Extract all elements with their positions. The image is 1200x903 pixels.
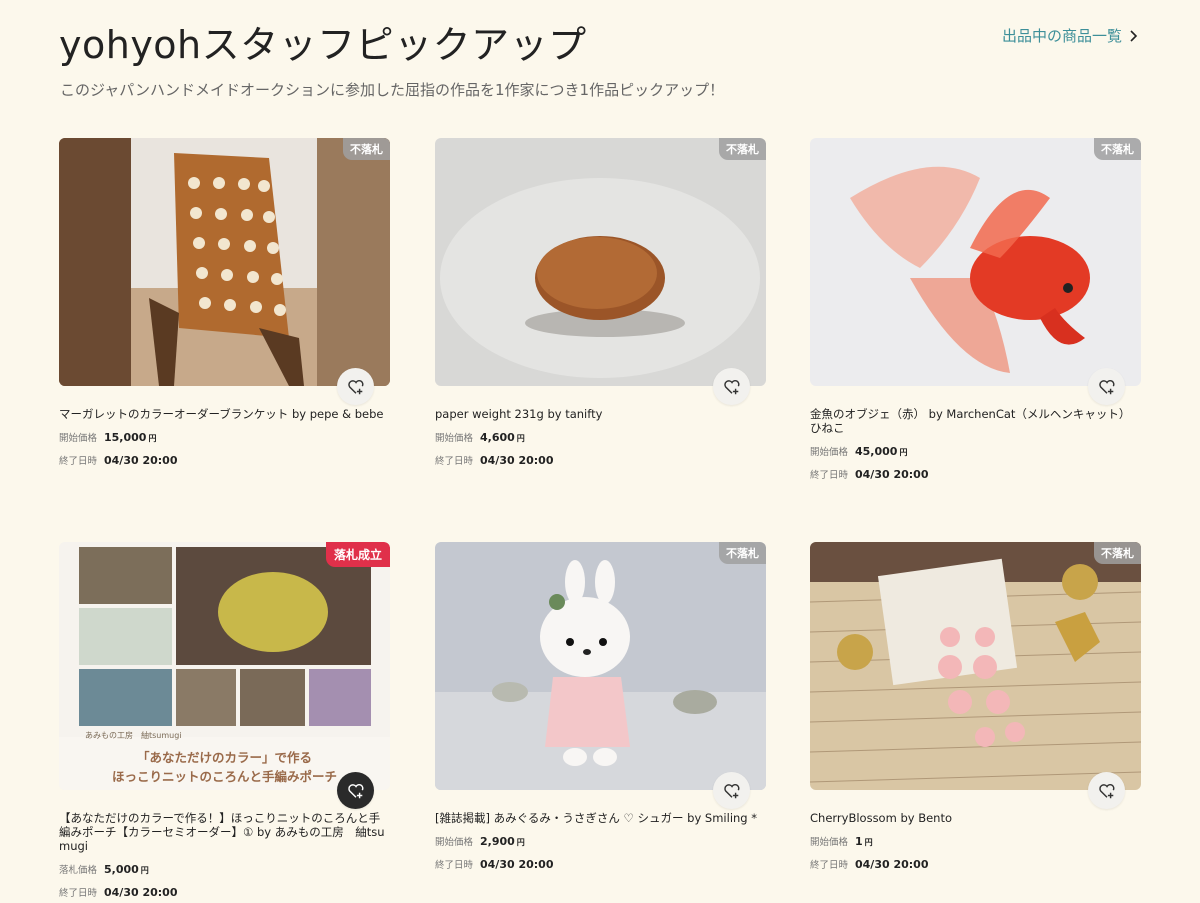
product-name[interactable]: paper weight 231g by tanifty [435,407,766,421]
product-card[interactable]: 不落札 [雑誌掲載] あみぐるみ・うさぎさん ♡ シュガー by Smiling… [435,542,766,871]
status-badge: 不落札 [719,138,766,160]
product-image[interactable]: 不落札 [435,138,766,386]
status-badge: 落札成立 [325,542,390,567]
end-value: 04/30 20:00 [480,858,554,871]
price-label: 開始価格 [810,837,849,848]
end-value: 04/30 20:00 [480,454,554,467]
status-badge: 不落札 [1094,542,1141,564]
product-card[interactable]: あみもの工房 紬tsumugi 「あなただけのカラー」で作る ほっこりニットのこ… [59,542,390,899]
product-name[interactable]: マーガレットのカラーオーダーブランケット by pepe & bebe [59,407,390,421]
yen-unit: 円 [864,838,873,847]
price-label: 開始価格 [435,433,474,444]
price-value: 4,600 [480,431,515,444]
yen-unit: 円 [516,434,525,443]
product-name[interactable]: 【あなただけのカラーで作る！】ほっこりニットのころんと手編みポーチ【カラーセミオ… [59,811,390,853]
page-subtitle: このジャパンハンドメイドオークションに参加した屈指の作品を1作家につき1作品ピッ… [60,81,725,99]
end-label: 終了日時 [59,888,98,899]
heart-plus-icon [347,379,363,394]
see-all-link[interactable]: 出品中の商品一覧 [1002,25,1138,46]
end-value: 04/30 20:00 [855,468,929,481]
favorite-button[interactable] [337,772,374,809]
product-image[interactable]: 不落札 [59,138,390,386]
price-label: 開始価格 [59,433,98,444]
price-value: 15,000 [104,431,147,444]
product-image[interactable]: あみもの工房 紬tsumugi 「あなただけのカラー」で作る ほっこりニットのこ… [59,542,390,790]
product-card[interactable]: 不落札 マーガレットのカラーオーダーブランケット by pepe & bebe … [59,138,390,467]
end-label: 終了日時 [810,470,849,481]
product-name[interactable]: CherryBlossom by Bento [810,811,1141,825]
end-value: 04/30 20:00 [855,858,929,871]
product-image[interactable]: 不落札 [435,542,766,790]
heart-plus-icon [723,379,739,394]
thumbnail-caption-1: 「あなただけのカラー」で作る [136,750,312,765]
product-card[interactable]: 不落札 paper weight 231g by tanifty 開始価格 4,6… [435,138,766,467]
heart-plus-icon [347,783,363,798]
price-value: 45,000 [855,445,898,458]
thumbnail-brand: あみもの工房 紬tsumugi [85,731,182,740]
yen-unit: 円 [140,866,149,875]
price-label: 開始価格 [435,837,474,848]
end-label: 終了日時 [59,456,98,467]
end-label: 終了日時 [435,860,474,871]
favorite-button[interactable] [1088,368,1125,405]
product-image[interactable]: 不落札 [810,138,1141,386]
favorite-button[interactable] [337,368,374,405]
yen-unit: 円 [148,434,157,443]
product-card[interactable]: 不落札 CherryBlossom by Bento 開始価格 1 円 終了日時 04… [810,542,1141,871]
end-label: 終了日時 [435,456,474,467]
product-card[interactable]: 不落札 金魚のオブジェ（赤） by MarchenCat（メルヘンキャット）ひね… [810,138,1141,481]
heart-plus-icon [1098,379,1114,394]
status-badge: 不落札 [343,138,390,160]
price-value: 1 [855,835,863,848]
product-name[interactable]: [雑誌掲載] あみぐるみ・うさぎさん ♡ シュガー by Smiling * [435,811,766,825]
price-label: 落札価格 [59,865,98,876]
price-label: 開始価格 [810,447,849,458]
chevron-right-icon [1130,29,1138,42]
status-badge: 不落札 [1094,138,1141,160]
favorite-button[interactable] [713,368,750,405]
page-title: yohyohスタッフピックアップ [59,23,587,67]
yen-unit: 円 [516,838,525,847]
end-value: 04/30 20:00 [104,454,178,467]
end-label: 終了日時 [810,860,849,871]
heart-plus-icon [723,783,739,798]
price-value: 2,900 [480,835,515,848]
product-image[interactable]: 不落札 [810,542,1141,790]
yen-unit: 円 [899,448,908,457]
end-value: 04/30 20:00 [104,886,178,899]
price-value: 5,000 [104,863,139,876]
favorite-button[interactable] [1088,772,1125,809]
status-badge: 不落札 [719,542,766,564]
heart-plus-icon [1098,783,1114,798]
see-all-label: 出品中の商品一覧 [1002,27,1123,45]
product-name[interactable]: 金魚のオブジェ（赤） by MarchenCat（メルヘンキャット）ひねこ [810,407,1141,435]
favorite-button[interactable] [713,772,750,809]
